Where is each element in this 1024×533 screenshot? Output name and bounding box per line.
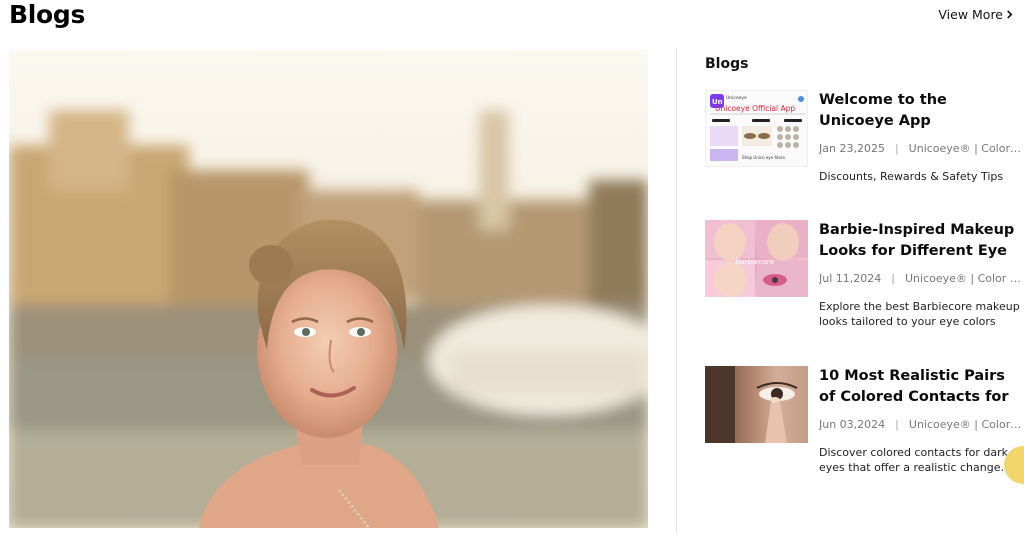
view-more-link[interactable]: View More bbox=[938, 7, 1014, 22]
blog-post-title[interactable]: Welcome to the Unicoeye App bbox=[819, 90, 1024, 132]
blog-post-excerpt: Discounts, Rewards & Safety Tips bbox=[819, 170, 1004, 183]
blog-post-author: Unicoeye® | Color Contacts bbox=[904, 272, 1024, 285]
blog-thumbnail[interactable]: Un Unicoeye Shop Unico eye Store Unicoey… bbox=[705, 90, 808, 167]
blog-post-author: Unicoeye® | Color Contacts bbox=[908, 418, 1024, 431]
sidebar-title: Blogs bbox=[705, 56, 749, 72]
thumb-caption: Unicoeye Official App bbox=[715, 104, 795, 113]
meta-separator: | bbox=[895, 418, 899, 431]
view-more-label: View More bbox=[938, 7, 1003, 22]
page-title: Blogs bbox=[9, 0, 86, 29]
thumb-caption: Barbiecore bbox=[734, 258, 774, 266]
blog-thumbnail[interactable] bbox=[705, 366, 808, 443]
blog-post-date: Jul 11,2024 bbox=[819, 272, 882, 285]
meta-separator: | bbox=[894, 142, 899, 155]
blog-post-meta: Jan 23,2025 | Unicoeye® | Color Contacts bbox=[819, 142, 1024, 155]
chevron-right-icon bbox=[1007, 10, 1013, 19]
blog-post-title[interactable]: 10 Most Realistic Pairs of Colored Conta… bbox=[819, 366, 1024, 408]
blog-post-excerpt: Discover colored contacts for dark eyes … bbox=[819, 446, 1011, 474]
blog-thumbnail[interactable]: Barbiecore bbox=[705, 220, 808, 297]
blog-post-author: Unicoeye® | Color Contacts bbox=[908, 142, 1024, 155]
blog-post-title[interactable]: Barbie-Inspired Makeup Looks for Differe… bbox=[819, 220, 1024, 262]
thumb-store-text: Shop Unico eye Store bbox=[742, 155, 785, 160]
blog-post-date: Jun 03,2024 bbox=[819, 418, 886, 431]
thumb-app-name: Unicoeye bbox=[726, 95, 747, 101]
blog-post-meta: Jun 03,2024 | Unicoeye® | Color Contacts bbox=[819, 418, 1024, 431]
featured-blog-image[interactable] bbox=[9, 50, 648, 528]
blog-post-date: Jan 23,2025 bbox=[819, 142, 885, 155]
meta-separator: | bbox=[891, 272, 895, 285]
blog-post-excerpt: Explore the best Barbiecore makeup looks… bbox=[819, 300, 1020, 328]
blog-post-meta: Jul 11,2024 | Unicoeye® | Color Contacts bbox=[819, 272, 1024, 285]
column-divider bbox=[676, 48, 677, 533]
